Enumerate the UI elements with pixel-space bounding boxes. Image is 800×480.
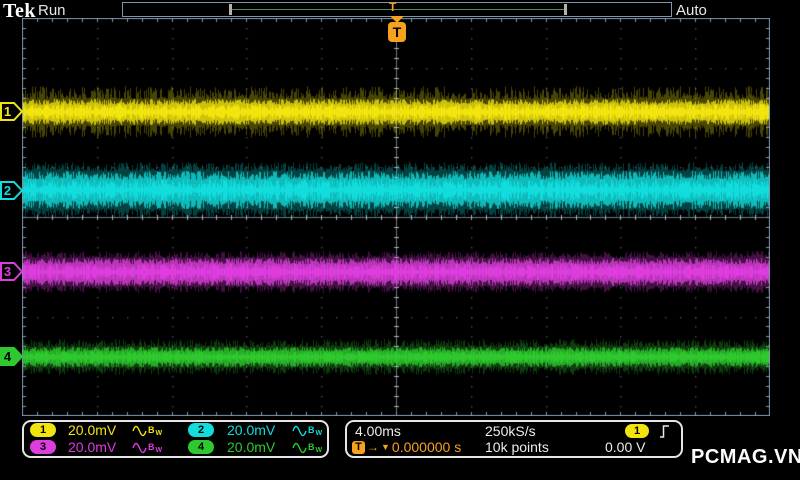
trigger-position-flag[interactable]: T [388,22,406,42]
svg-text:4: 4 [4,349,12,364]
trigger-slope-rising-icon [659,424,671,439]
horizontal-trigger-panel: 4.00ms 250kS/s 1 T → ▼ 0.000000 s 10k po… [345,420,683,458]
channel-1-marker[interactable]: 1 [0,101,23,122]
record-length-readout: 10k points [485,440,549,455]
channel-4-coupling-bandwidth-icon: BW [292,441,322,454]
channel-1-coupling-bandwidth-icon: BW [132,424,162,437]
channel-2-coupling-bandwidth-icon: BW [292,424,322,437]
window-right-bracket [564,4,567,15]
trigger-position-value: 0.000000 s [392,440,461,455]
svg-text:1: 1 [4,104,11,119]
trigger-level-readout: 0.00 V [605,440,645,455]
waveform-preview-line [232,9,564,10]
svg-text:2: 2 [4,183,11,198]
channel-4-scale: 20.0mV [227,440,275,455]
channel-3-marker[interactable]: 3 [0,261,23,282]
acquisition-window [229,3,567,16]
watermark: PCMAG.VN [691,446,800,469]
channel-1-badge[interactable]: 1 [30,423,56,437]
channel-4-badge[interactable]: 4 [188,440,214,454]
channel-readout-panel: 1 20.0mV BW 2 20.0mV BW 3 20.0mV BW 4 20… [22,420,329,458]
acquisition-status: Run [38,2,66,19]
triangle-down-icon: ▼ [381,441,390,454]
channel-2-scale: 20.0mV [227,423,275,438]
trigger-t-icon: T [352,441,365,454]
acquisition-record-bar [122,2,672,17]
channel-3-coupling-bandwidth-icon: BW [132,441,162,454]
bar-trigger-position-icon[interactable]: T [389,0,396,14]
timebase-readout: 4.00ms [355,424,401,439]
channel-3-badge[interactable]: 3 [30,440,56,454]
arrow-right-icon: → [367,441,379,454]
waveform-display [22,18,770,416]
channel-1-scale: 20.0mV [68,423,116,438]
trigger-source-badge[interactable]: 1 [625,424,649,438]
channel-2-marker[interactable]: 2 [0,180,23,201]
trigger-position-readout: T → ▼ 0.000000 s [352,440,461,455]
channel-2-badge[interactable]: 2 [188,423,214,437]
sample-rate-readout: 250kS/s [485,424,536,439]
svg-text:3: 3 [4,264,11,279]
channel-3-scale: 20.0mV [68,440,116,455]
channel-4-marker[interactable]: 4 [0,346,23,367]
trigger-mode-status: Auto [676,2,707,19]
oscilloscope-screen: Tek Run Auto T T 1 2 3 4 1 20.0mV B W 2 … [0,0,800,480]
